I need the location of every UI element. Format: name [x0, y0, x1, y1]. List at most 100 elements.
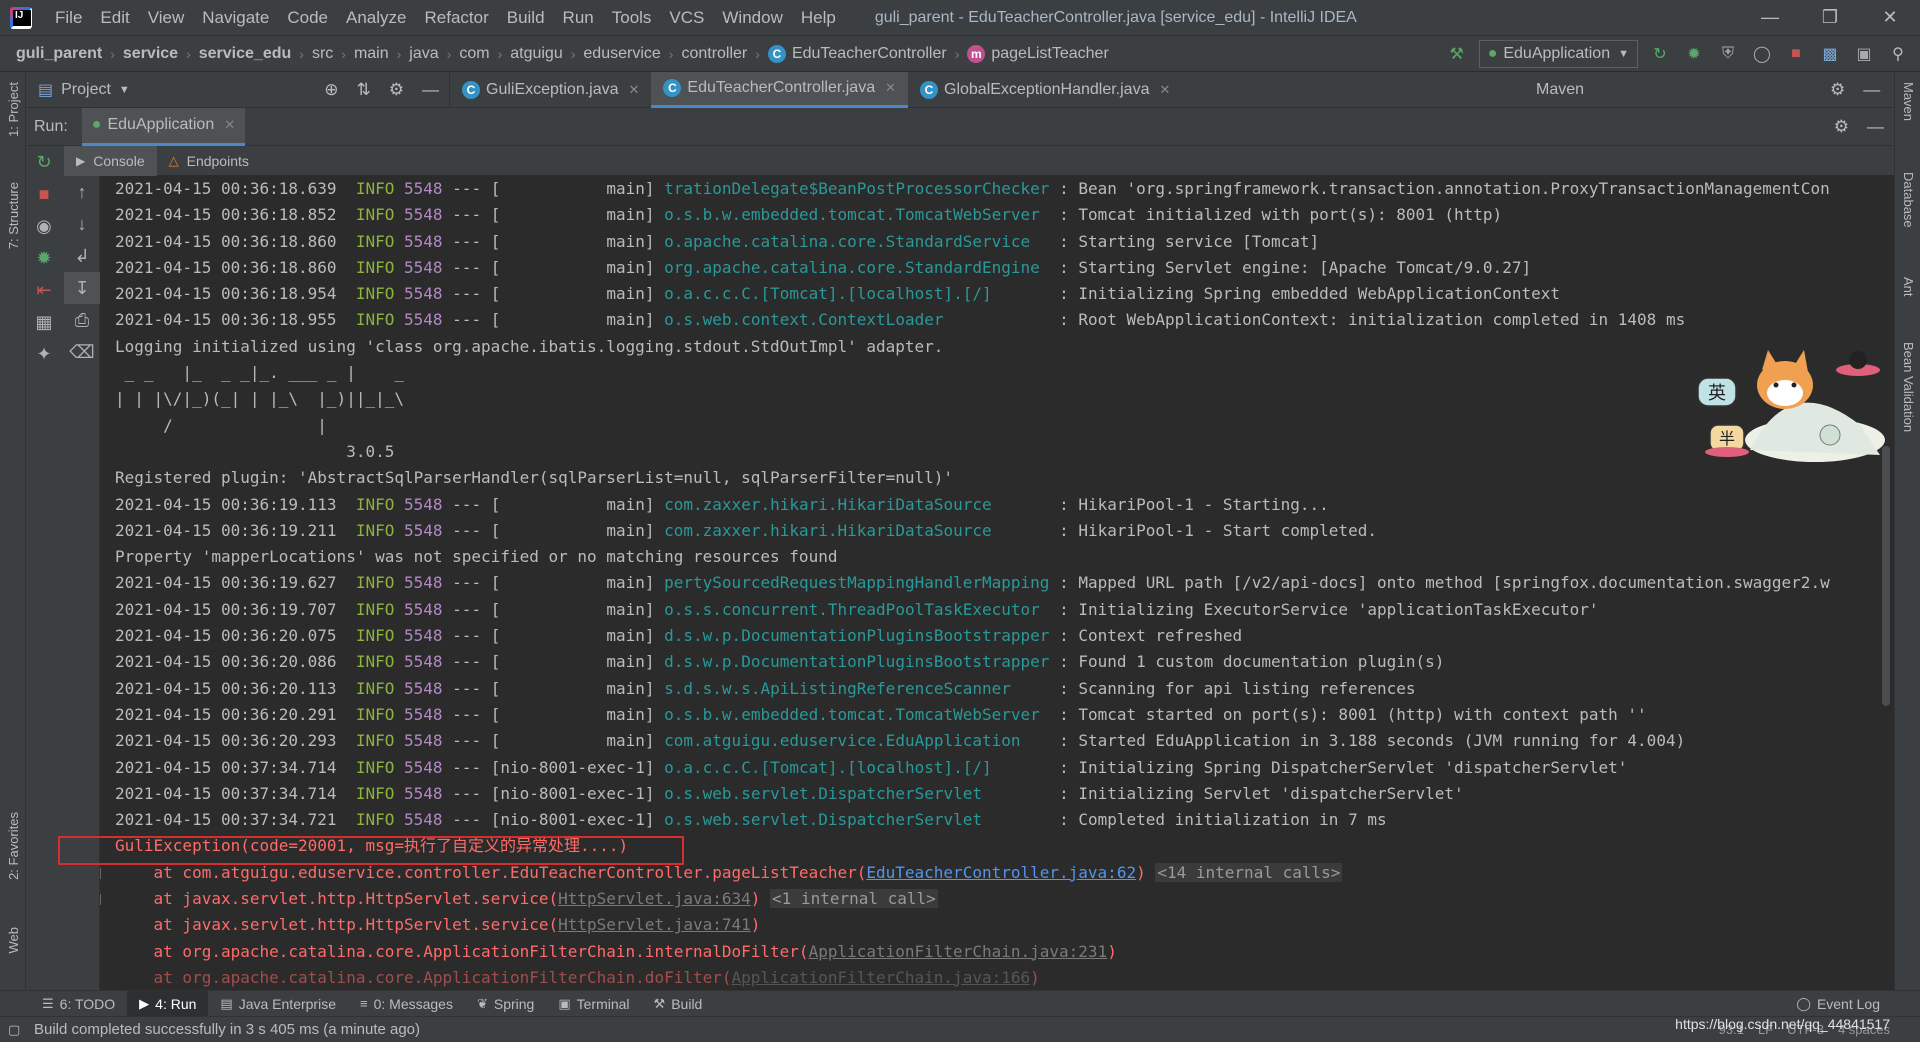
- favorites-tool-button[interactable]: 2: Favorites: [6, 812, 21, 880]
- menu-view[interactable]: View: [139, 8, 194, 28]
- pin-icon[interactable]: ✦: [26, 338, 62, 370]
- layout-icon[interactable]: ▦: [26, 306, 62, 338]
- stack-source-link[interactable]: ApplicationFilterChain.java:166: [732, 968, 1031, 987]
- stack-source-link[interactable]: EduTeacherController.java:62: [866, 863, 1136, 882]
- project-structure-icon[interactable]: ▩: [1818, 42, 1842, 66]
- bottom-tab-terminal[interactable]: ▣ Terminal: [546, 991, 641, 1017]
- bottom-tab-todo[interactable]: ☰ 6: TODO: [30, 991, 127, 1017]
- stack-source-link[interactable]: HttpServlet.java:634: [558, 889, 751, 908]
- profile-icon[interactable]: ◯: [1750, 42, 1774, 66]
- close-icon[interactable]: ✕: [1159, 82, 1170, 98]
- maven-tool-button[interactable]: Maven: [1901, 82, 1916, 121]
- database-tool-button[interactable]: Database: [1901, 172, 1916, 228]
- camera-icon[interactable]: ◉: [26, 210, 62, 242]
- collapse-all-icon[interactable]: ⇅: [357, 80, 371, 100]
- console-tab[interactable]: ▶ Console: [64, 145, 157, 176]
- minimize-icon[interactable]: —: [1740, 7, 1800, 28]
- breadcrumb-item[interactable]: com: [455, 45, 493, 63]
- menu-refactor[interactable]: Refactor: [415, 8, 497, 28]
- breadcrumb-item[interactable]: atguigu: [506, 45, 567, 63]
- stop-icon[interactable]: ■: [1784, 42, 1808, 66]
- close-icon[interactable]: ✕: [1860, 7, 1920, 28]
- settings-icon[interactable]: ⚙: [1830, 80, 1845, 100]
- editor-tab[interactable]: C GuliException.java ✕: [450, 72, 651, 108]
- menu-build[interactable]: Build: [498, 8, 554, 28]
- hide-icon[interactable]: —: [422, 80, 439, 100]
- menu-analyze[interactable]: Analyze: [337, 8, 415, 28]
- breadcrumb-item[interactable]: src: [308, 45, 337, 63]
- internal-calls-fold[interactable]: <1 internal call>: [770, 889, 938, 909]
- breadcrumb-item[interactable]: eduservice: [579, 45, 664, 63]
- bottom-tab-spring[interactable]: ❦ Spring: [465, 991, 546, 1017]
- locate-icon[interactable]: ⊕: [324, 80, 338, 100]
- breadcrumb-item[interactable]: java: [405, 45, 442, 63]
- status-toggle-icon[interactable]: ▢: [8, 1022, 20, 1038]
- expand-fold-icon[interactable]: +: [100, 867, 101, 879]
- breadcrumb-item[interactable]: service: [119, 45, 182, 63]
- trash-icon[interactable]: ⌫: [64, 336, 100, 368]
- rerun-icon[interactable]: ↻: [1648, 42, 1672, 66]
- debug-icon[interactable]: ✹: [26, 242, 62, 274]
- console-output[interactable]: 2021-04-15 00:36:18.639 INFO 5548 --- [ …: [100, 176, 1894, 992]
- settings-icon[interactable]: ⚙: [1834, 117, 1849, 137]
- restore-icon[interactable]: ❐: [1800, 7, 1860, 28]
- bottom-tab-messages[interactable]: ≡ 0: Messages: [348, 991, 465, 1017]
- expand-fold-icon[interactable]: +: [100, 894, 101, 906]
- endpoints-tab[interactable]: △ Endpoints: [157, 146, 261, 176]
- bottom-tab-java-enterprise[interactable]: ▤ Java Enterprise: [208, 991, 348, 1017]
- arrow-down-icon[interactable]: ↓: [64, 208, 100, 240]
- hammer-build-icon[interactable]: ⚒: [1445, 42, 1469, 66]
- bottom-tab-run[interactable]: ▶ 4: Run: [127, 990, 209, 1017]
- menu-vcs[interactable]: VCS: [660, 8, 713, 28]
- rerun-icon[interactable]: ↻: [26, 146, 62, 178]
- ant-tool-button[interactable]: Ant: [1901, 277, 1916, 297]
- breadcrumb-item[interactable]: service_edu: [195, 45, 296, 63]
- project-pane-label[interactable]: Project: [61, 81, 111, 99]
- close-icon[interactable]: ✕: [885, 80, 896, 96]
- editor-tab[interactable]: C GlobalExceptionHandler.java ✕: [908, 72, 1182, 108]
- structure-tool-button[interactable]: 7: Structure: [6, 182, 21, 249]
- breadcrumb-item[interactable]: C EduTeacherController: [764, 44, 951, 63]
- exit-icon[interactable]: ⇤: [26, 274, 62, 306]
- run-configuration-select[interactable]: ● EduApplication ▼: [1478, 39, 1638, 68]
- debug-icon[interactable]: ✹: [1682, 42, 1706, 66]
- search-icon[interactable]: ⚲: [1886, 42, 1910, 66]
- stop-icon[interactable]: ■: [26, 178, 62, 210]
- menu-code[interactable]: Code: [278, 8, 337, 28]
- stack-source-link[interactable]: ApplicationFilterChain.java:231: [809, 942, 1108, 961]
- coverage-icon[interactable]: ⛨: [1716, 42, 1740, 66]
- soft-wrap-icon[interactable]: ↲: [64, 240, 100, 272]
- scroll-to-end-icon[interactable]: ↧: [64, 272, 100, 304]
- project-tool-button[interactable]: 1: Project: [6, 82, 21, 137]
- menu-navigate[interactable]: Navigate: [193, 8, 278, 28]
- menu-window[interactable]: Window: [713, 8, 791, 28]
- menu-help[interactable]: Help: [792, 8, 845, 28]
- breadcrumb-item[interactable]: controller: [677, 45, 751, 63]
- breadcrumb-item[interactable]: main: [350, 45, 393, 63]
- print-icon[interactable]: ⎙: [64, 304, 100, 336]
- maven-pane-label[interactable]: Maven: [1536, 81, 1584, 99]
- menu-edit[interactable]: Edit: [91, 8, 138, 28]
- breadcrumb-item[interactable]: m pageListTeacher: [963, 44, 1112, 63]
- editor-tab[interactable]: C EduTeacherController.java ✕: [651, 71, 908, 108]
- internal-calls-fold[interactable]: <14 internal calls>: [1155, 862, 1343, 882]
- settings-icon[interactable]: ⚙: [389, 80, 404, 100]
- close-icon[interactable]: ✕: [224, 117, 235, 133]
- bottom-tab-build[interactable]: ⚒ Build: [642, 991, 715, 1017]
- arrow-up-icon[interactable]: ↑: [64, 176, 100, 208]
- hide-icon[interactable]: —: [1863, 80, 1880, 100]
- hide-icon[interactable]: —: [1867, 117, 1884, 137]
- menu-tools[interactable]: Tools: [603, 8, 661, 28]
- close-icon[interactable]: ✕: [629, 82, 640, 98]
- console-scrollbar[interactable]: [1882, 446, 1890, 706]
- breadcrumb-item[interactable]: guli_parent: [12, 45, 106, 63]
- chevron-down-icon[interactable]: ▼: [119, 84, 130, 96]
- bean-validation-tool-button[interactable]: Bean Validation: [1901, 342, 1916, 432]
- run-app-tab[interactable]: ● EduApplication ✕: [81, 107, 246, 146]
- stack-source-link[interactable]: HttpServlet.java:741: [558, 915, 751, 934]
- web-tool-button[interactable]: Web: [6, 927, 21, 954]
- menu-run[interactable]: Run: [554, 8, 603, 28]
- event-log-button[interactable]: ◯ Event Log: [1784, 991, 1920, 1017]
- window-layout-icon[interactable]: ▣: [1852, 42, 1876, 66]
- menu-file[interactable]: File: [46, 8, 91, 28]
